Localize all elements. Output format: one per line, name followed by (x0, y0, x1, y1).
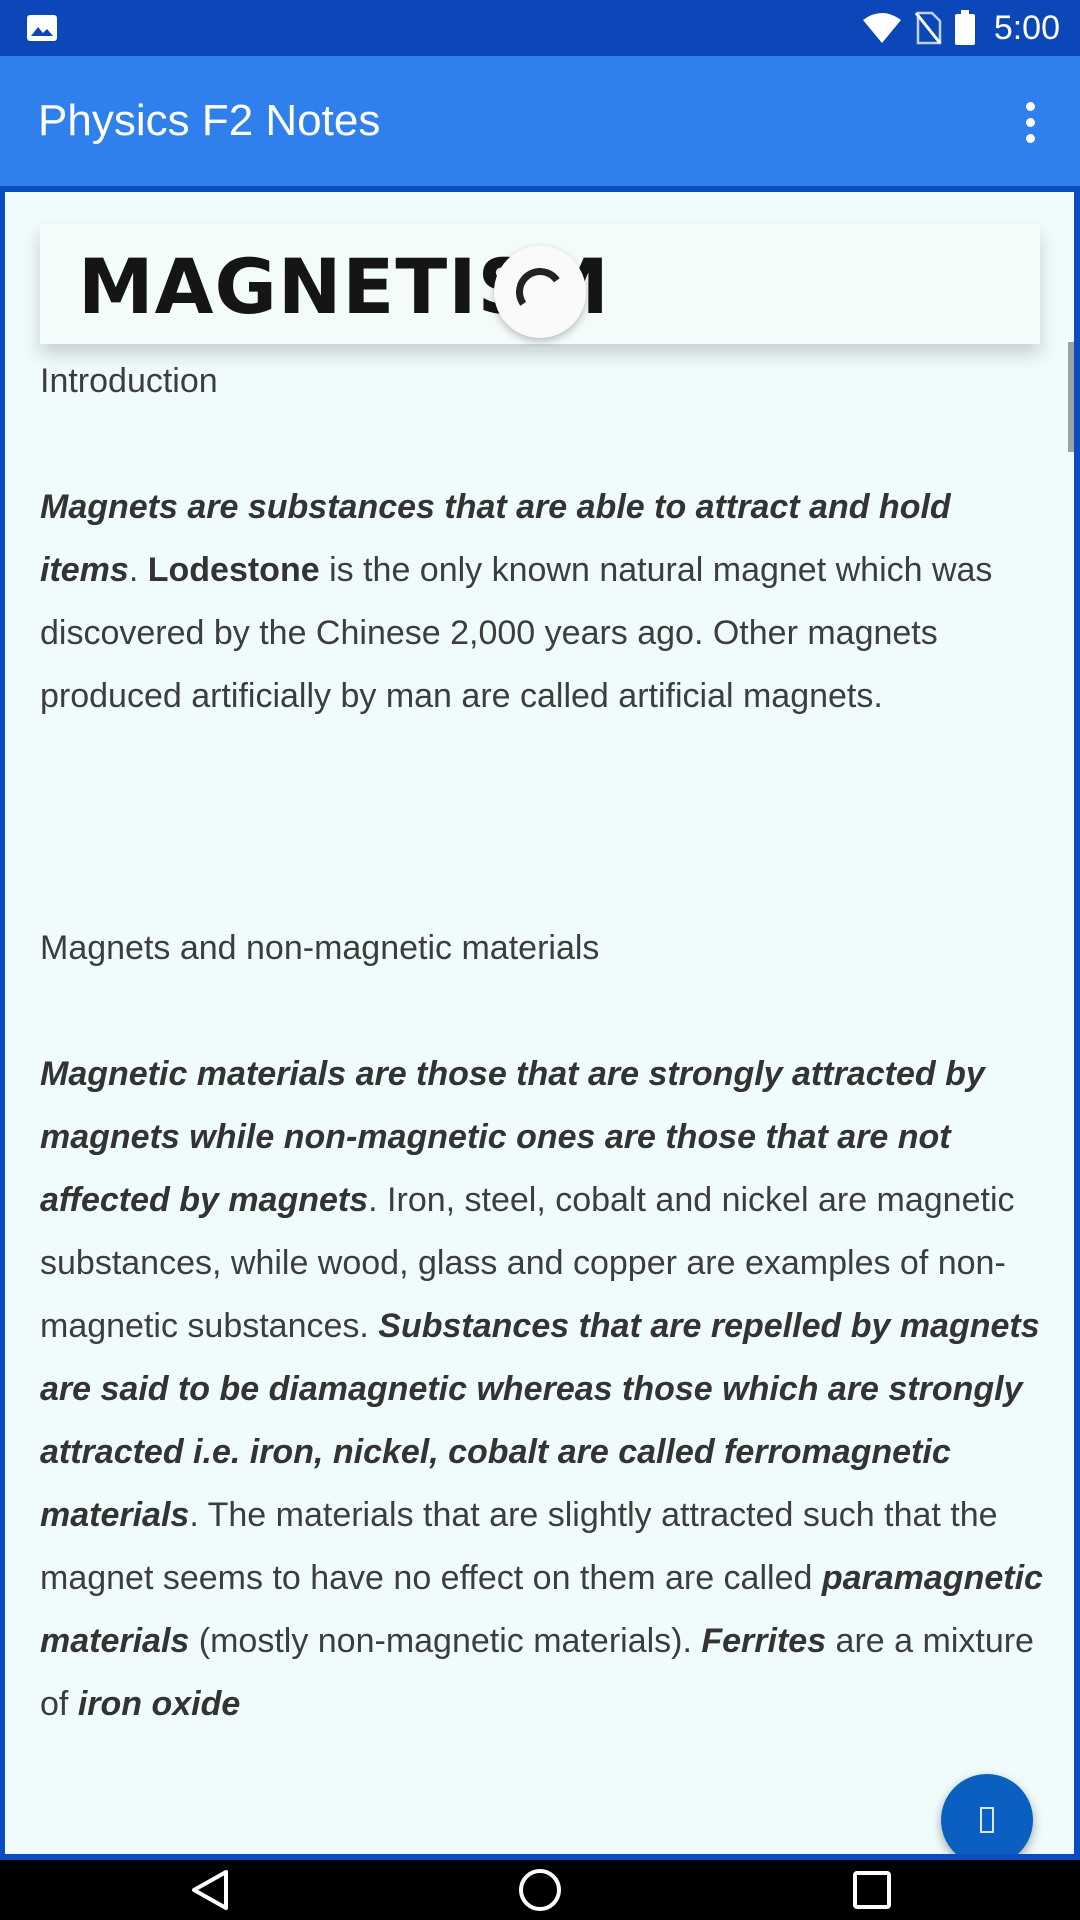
wifi-icon (862, 13, 901, 43)
home-icon[interactable] (514, 1866, 566, 1914)
tofu-glyph-icon (980, 1807, 994, 1833)
spinner-arc-icon (512, 264, 568, 320)
loading-spinner (494, 246, 586, 338)
no-sim-icon (914, 11, 942, 45)
back-icon[interactable] (184, 1866, 236, 1914)
fab-button[interactable] (941, 1774, 1033, 1854)
app-title: Physics F2 Notes (38, 96, 381, 145)
intro-heading: Introduction (40, 362, 218, 400)
app-bar: Physics F2 Notes (0, 56, 1080, 186)
materials-paragraph: Magnetic materials are those that are st… (40, 1055, 1043, 1723)
status-bar: 5:00 (0, 0, 1080, 56)
overflow-menu-icon[interactable] (1000, 92, 1060, 152)
materials-heading: Magnets and non-magnetic materials (40, 929, 600, 967)
status-time: 5:00 (993, 8, 1060, 47)
content-frame: MAGNETISM Introduction Magnets are subst… (0, 186, 1080, 1860)
recents-icon[interactable] (846, 1866, 898, 1914)
intro-paragraph: Magnets are substances that are able to … (40, 488, 993, 715)
navigation-bar (0, 1860, 1080, 1920)
battery-icon (954, 10, 975, 45)
article-view[interactable]: MAGNETISM Introduction Magnets are subst… (5, 192, 1074, 1854)
article-body: Introduction Magnets are substances that… (40, 350, 1045, 1736)
scrollbar[interactable] (1068, 342, 1074, 452)
status-icons: 5:00 (862, 0, 1060, 56)
image-icon (27, 15, 57, 41)
